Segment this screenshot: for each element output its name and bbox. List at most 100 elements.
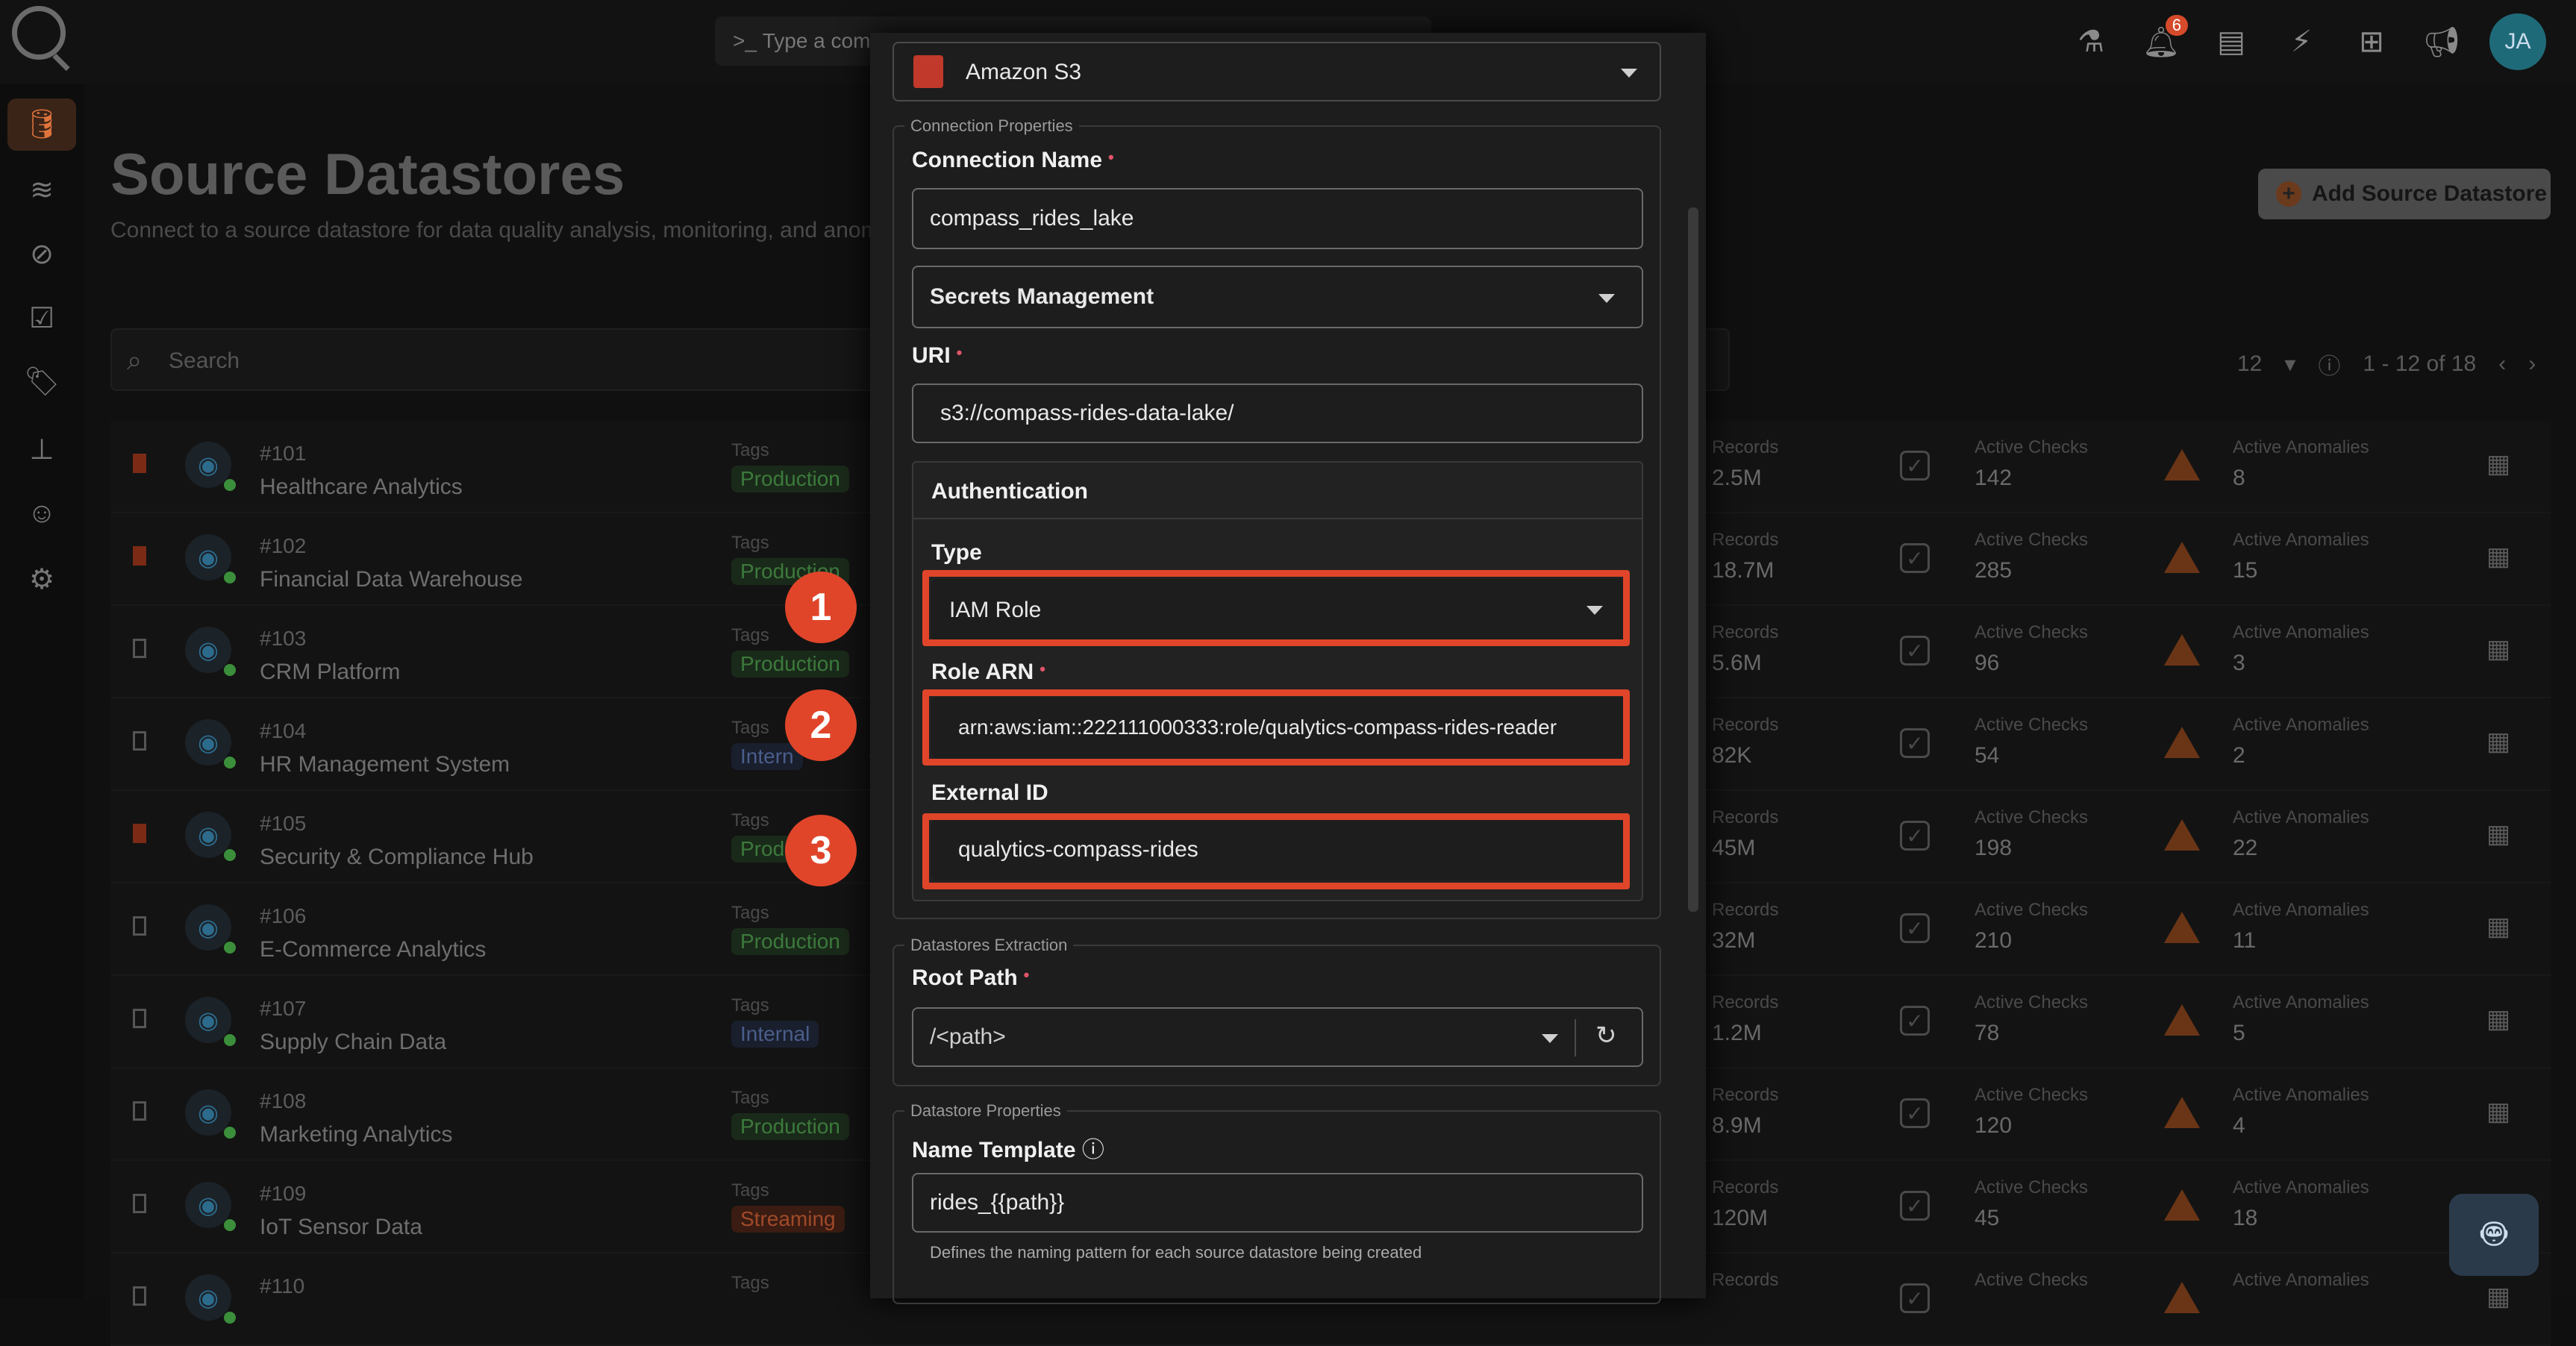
active-anomalies-value: 5: [2233, 1021, 2245, 1045]
calendar-icon[interactable]: ▦: [2486, 634, 2510, 664]
status-dot: [224, 757, 236, 769]
tag-badge: Prod: [731, 836, 794, 863]
docs-icon[interactable]: ▤: [2209, 19, 2254, 64]
bookmark-icon[interactable]: [133, 1009, 146, 1028]
active-anomalies-value: 22: [2233, 836, 2258, 860]
records-label: Records: [1712, 992, 1779, 1012]
tag-icon[interactable]: 🏷︎: [21, 361, 63, 403]
flask-icon[interactable]: ⚗: [2069, 19, 2113, 64]
row-name[interactable]: Healthcare Analytics: [260, 475, 463, 500]
check-icon: ✓: [1900, 1283, 1930, 1313]
bookmark-icon[interactable]: [133, 546, 146, 566]
active-anomalies-label: Active Anomalies: [2233, 992, 2369, 1012]
avatar[interactable]: JA: [2489, 13, 2546, 70]
page-title: Source Datastores: [110, 141, 625, 207]
page-size-select[interactable]: 12: [2237, 351, 2262, 377]
row-name[interactable]: CRM Platform: [260, 660, 400, 685]
row-name[interactable]: Security & Compliance Hub: [260, 845, 534, 870]
prev-page-icon[interactable]: ‹: [2498, 351, 2506, 377]
bookmark-icon[interactable]: [133, 916, 146, 936]
warning-icon: [2164, 1097, 2200, 1128]
root-path-value: /<path>: [930, 1024, 1006, 1049]
row-name[interactable]: E-Commerce Analytics: [260, 937, 486, 962]
row-id: #109: [260, 1182, 307, 1205]
warning-icon: [2164, 819, 2200, 851]
calendar-icon[interactable]: ▦: [2486, 727, 2510, 757]
bookmark-icon[interactable]: [133, 731, 146, 751]
megaphone-icon[interactable]: 📢︎: [2419, 19, 2464, 64]
row-name[interactable]: Supply Chain Data: [260, 1030, 446, 1055]
tag-badge: Streaming: [731, 1206, 845, 1233]
records-value: 1.2M: [1712, 1021, 1762, 1045]
calendar-icon[interactable]: ▦: [2486, 1282, 2510, 1312]
calendar-icon[interactable]: ▦: [2486, 912, 2510, 942]
help-icon: ⓘ: [2318, 354, 2341, 379]
name-template-label: Name Template ⓘ: [912, 1138, 1104, 1162]
active-checks-value: 198: [1975, 836, 2013, 860]
active-checks-label: Active Checks: [1975, 715, 2089, 735]
connection-name-input[interactable]: compass_rides_lake: [912, 188, 1643, 249]
check-icon: ✓: [1900, 821, 1930, 851]
robot-icon[interactable]: ☺: [21, 492, 63, 534]
row-name[interactable]: HR Management System: [260, 752, 510, 777]
row-name[interactable]: Marketing Analytics: [260, 1122, 452, 1148]
secrets-management-label: Secrets Management: [930, 284, 1154, 309]
tags-label: Tags: [731, 440, 769, 460]
active-anomalies-label: Active Anomalies: [2233, 1270, 2369, 1290]
external-id-label: External ID: [931, 780, 1048, 805]
hierarchy-icon[interactable]: ⊥: [21, 428, 63, 470]
compass-icon[interactable]: ⊘: [21, 233, 63, 275]
enrichment-icon[interactable]: ≋: [21, 169, 63, 210]
name-template-input[interactable]: rides_{{path}}: [912, 1173, 1643, 1233]
bell-icon[interactable]: 🔔︎ 6: [2139, 15, 2188, 64]
tags-label: Tags: [731, 718, 769, 738]
bookmark-icon[interactable]: [133, 1194, 146, 1213]
bookmark-icon[interactable]: [133, 639, 146, 658]
connector-select[interactable]: Amazon S3: [892, 42, 1661, 101]
page-subtitle: Connect to a source datastore for data q…: [110, 218, 897, 242]
bookmark-icon[interactable]: [133, 1101, 146, 1121]
row-name[interactable]: Financial Data Warehouse: [260, 567, 522, 592]
calendar-icon[interactable]: ▦: [2486, 449, 2510, 479]
datastore-properties-legend: Datastore Properties: [904, 1101, 1067, 1121]
calendar-icon[interactable]: ▦: [2486, 1097, 2510, 1127]
refresh-icon[interactable]: ↻: [1595, 1021, 1617, 1051]
records-value: 120M: [1712, 1206, 1769, 1230]
bookmark-icon[interactable]: [133, 1286, 146, 1306]
modal-scrollbar[interactable]: [1688, 207, 1698, 912]
magic-wand-icon[interactable]: ⚡︎: [2279, 19, 2324, 64]
calendar-icon[interactable]: ▦: [2486, 1004, 2510, 1034]
row-id: #101: [260, 442, 307, 465]
records-label: Records: [1712, 1177, 1779, 1198]
active-anomalies-label: Active Anomalies: [2233, 622, 2369, 642]
records-value: 5.6M: [1712, 651, 1762, 675]
step-badge-2: 2: [785, 689, 857, 761]
status-dot: [224, 849, 236, 861]
add-source-datastore-button[interactable]: + Add Source Datastore: [2258, 169, 2551, 219]
warning-icon: [2164, 449, 2200, 481]
checklist-icon[interactable]: ☑: [21, 297, 63, 339]
calendar-icon[interactable]: ▦: [2486, 819, 2510, 849]
records-label: Records: [1712, 1270, 1779, 1290]
check-icon: ✓: [1900, 1006, 1930, 1036]
gear-icon[interactable]: ⚙: [21, 558, 63, 600]
active-checks-label: Active Checks: [1975, 1085, 2089, 1105]
records-label: Records: [1712, 1085, 1779, 1105]
secrets-management-select[interactable]: Secrets Management: [912, 266, 1643, 328]
next-page-icon[interactable]: ›: [2528, 351, 2536, 377]
pagination: 12 ▾ ⓘ 1 - 12 of 18 ‹ ›: [2237, 348, 2536, 381]
bookmark-icon[interactable]: [133, 824, 146, 843]
database-icon[interactable]: 🛢︎: [7, 98, 76, 151]
check-icon: ✓: [1900, 728, 1930, 758]
apps-grid-icon[interactable]: ⊞: [2349, 19, 2394, 64]
assistant-bot-icon[interactable]: 🤖︎: [2449, 1194, 2539, 1276]
app-logo[interactable]: [12, 6, 66, 60]
row-name[interactable]: IoT Sensor Data: [260, 1215, 422, 1240]
tags-label: Tags: [731, 1273, 769, 1293]
records-value: 18.7M: [1712, 558, 1775, 583]
step-badge-1: 1: [785, 572, 857, 643]
bookmark-icon[interactable]: [133, 454, 146, 473]
calendar-icon[interactable]: ▦: [2486, 542, 2510, 572]
root-path-select[interactable]: /<path>: [912, 1007, 1643, 1067]
uri-input[interactable]: s3://compass-rides-data-lake/: [912, 384, 1643, 443]
